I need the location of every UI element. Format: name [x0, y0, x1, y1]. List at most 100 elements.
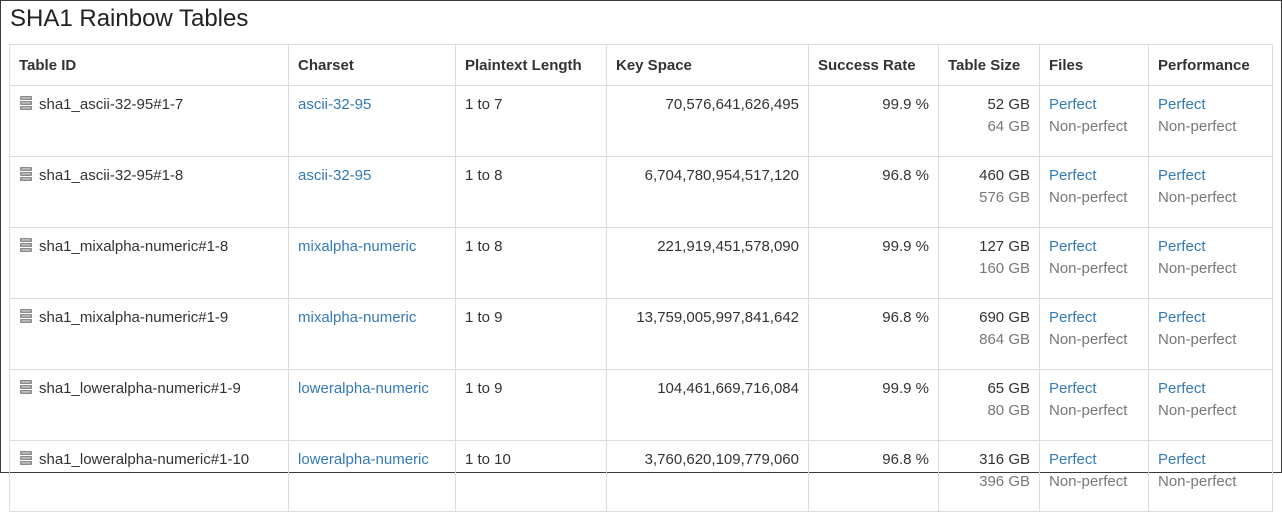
rainbow-tables-table: Table ID Charset Plaintext Length Key Sp… [9, 44, 1273, 512]
performance-perfect-link[interactable]: Perfect [1158, 449, 1263, 471]
table-row: sha1_mixalpha-numeric#1-9 mixalpha-numer… [9, 298, 1273, 370]
performance-cell: Perfect Non-perfect [1148, 227, 1273, 299]
files-perfect-link[interactable]: Perfect [1049, 94, 1139, 116]
files-perfect-link[interactable]: Perfect [1049, 449, 1139, 471]
files-nonperfect-text: Non-perfect [1049, 331, 1128, 348]
database-icon [19, 450, 33, 466]
table-row: sha1_mixalpha-numeric#1-8 mixalpha-numer… [9, 227, 1273, 299]
table-row: sha1_ascii-32-95#1-8 ascii-32-95 1 to 8 … [9, 156, 1273, 228]
header-performance: Performance [1148, 44, 1273, 86]
header-success-rate: Success Rate [808, 44, 939, 86]
plaintext-length-cell: 1 to 9 [455, 369, 607, 441]
size-nonperfect: 864 GB [979, 331, 1030, 348]
performance-nonperfect-text: Non-perfect [1158, 260, 1237, 277]
table-id-cell: sha1_loweralpha-numeric#1-9 [9, 369, 289, 441]
files-cell: Perfect Non-perfect [1039, 440, 1149, 512]
table-id-text: sha1_ascii-32-95#1-8 [39, 167, 184, 184]
files-perfect-link[interactable]: Perfect [1049, 378, 1139, 400]
performance-perfect-link[interactable]: Perfect [1158, 307, 1263, 329]
size-nonperfect: 576 GB [979, 189, 1030, 206]
plaintext-length-cell: 1 to 10 [455, 440, 607, 512]
success-rate-cell: 96.8 % [808, 440, 939, 512]
size-nonperfect: 80 GB [987, 402, 1030, 419]
files-perfect-link[interactable]: Perfect [1049, 307, 1139, 329]
table-id-cell: sha1_ascii-32-95#1-8 [9, 156, 289, 228]
table-size-cell: 690 GB 864 GB [938, 298, 1040, 370]
performance-perfect-link[interactable]: Perfect [1158, 378, 1263, 400]
charset-link[interactable]: loweralpha-numeric [298, 380, 429, 397]
table-row: sha1_loweralpha-numeric#1-9 loweralpha-n… [9, 369, 1273, 441]
plaintext-length-cell: 1 to 9 [455, 298, 607, 370]
charset-cell: mixalpha-numeric [288, 298, 456, 370]
files-perfect-link[interactable]: Perfect [1049, 165, 1139, 187]
size-perfect: 460 GB [979, 167, 1030, 184]
table-id-text: sha1_mixalpha-numeric#1-8 [39, 238, 229, 255]
table-id-text: sha1_ascii-32-95#1-7 [39, 96, 184, 113]
success-rate-cell: 99.9 % [808, 85, 939, 157]
table-id-text: sha1_loweralpha-numeric#1-10 [39, 451, 250, 468]
files-cell: Perfect Non-perfect [1039, 156, 1149, 228]
plaintext-length-cell: 1 to 8 [455, 156, 607, 228]
charset-cell: mixalpha-numeric [288, 227, 456, 299]
success-rate-cell: 96.8 % [808, 156, 939, 228]
size-perfect: 690 GB [979, 309, 1030, 326]
performance-cell: Perfect Non-perfect [1148, 156, 1273, 228]
table-id-cell: sha1_mixalpha-numeric#1-9 [9, 298, 289, 370]
charset-link[interactable]: loweralpha-numeric [298, 451, 429, 468]
plaintext-length-cell: 1 to 8 [455, 227, 607, 299]
charset-link[interactable]: ascii-32-95 [298, 167, 371, 184]
database-icon [19, 379, 33, 395]
header-table-id: Table ID [9, 44, 289, 86]
database-icon [19, 95, 33, 111]
performance-perfect-link[interactable]: Perfect [1158, 236, 1263, 258]
files-perfect-link[interactable]: Perfect [1049, 236, 1139, 258]
header-charset: Charset [288, 44, 456, 86]
header-files: Files [1039, 44, 1149, 86]
success-rate-cell: 96.8 % [808, 298, 939, 370]
files-nonperfect-text: Non-perfect [1049, 402, 1128, 419]
key-space-cell: 13,759,005,997,841,642 [606, 298, 809, 370]
table-id-cell: sha1_loweralpha-numeric#1-10 [9, 440, 289, 512]
files-nonperfect-text: Non-perfect [1049, 473, 1128, 490]
table-size-cell: 52 GB 64 GB [938, 85, 1040, 157]
table-row: sha1_loweralpha-numeric#1-10 loweralpha-… [9, 440, 1273, 512]
database-icon [19, 166, 33, 182]
charset-cell: ascii-32-95 [288, 156, 456, 228]
files-nonperfect-text: Non-perfect [1049, 189, 1128, 206]
success-rate-cell: 99.9 % [808, 227, 939, 299]
table-id-text: sha1_loweralpha-numeric#1-9 [39, 380, 241, 397]
table-id-cell: sha1_mixalpha-numeric#1-8 [9, 227, 289, 299]
performance-nonperfect-text: Non-perfect [1158, 189, 1237, 206]
charset-link[interactable]: ascii-32-95 [298, 96, 371, 113]
table-id-text: sha1_mixalpha-numeric#1-9 [39, 309, 229, 326]
charset-cell: loweralpha-numeric [288, 440, 456, 512]
performance-nonperfect-text: Non-perfect [1158, 402, 1237, 419]
files-nonperfect-text: Non-perfect [1049, 118, 1128, 135]
performance-perfect-link[interactable]: Perfect [1158, 94, 1263, 116]
database-icon [19, 308, 33, 324]
size-perfect: 316 GB [979, 451, 1030, 468]
table-size-cell: 460 GB 576 GB [938, 156, 1040, 228]
header-table-size: Table Size [938, 44, 1040, 86]
performance-nonperfect-text: Non-perfect [1158, 473, 1237, 490]
key-space-cell: 104,461,669,716,084 [606, 369, 809, 441]
charset-cell: loweralpha-numeric [288, 369, 456, 441]
size-nonperfect: 396 GB [979, 473, 1030, 490]
database-icon [19, 237, 33, 253]
size-nonperfect: 64 GB [987, 118, 1030, 135]
header-key-space: Key Space [606, 44, 809, 86]
performance-cell: Perfect Non-perfect [1148, 369, 1273, 441]
success-rate-cell: 99.9 % [808, 369, 939, 441]
performance-perfect-link[interactable]: Perfect [1158, 165, 1263, 187]
size-perfect: 65 GB [987, 380, 1030, 397]
table-row: sha1_ascii-32-95#1-7 ascii-32-95 1 to 7 … [9, 85, 1273, 157]
size-nonperfect: 160 GB [979, 260, 1030, 277]
plaintext-length-cell: 1 to 7 [455, 85, 607, 157]
charset-link[interactable]: mixalpha-numeric [298, 238, 416, 255]
header-plaintext-length: Plaintext Length [455, 44, 607, 86]
key-space-cell: 70,576,641,626,495 [606, 85, 809, 157]
table-size-cell: 316 GB 396 GB [938, 440, 1040, 512]
table-size-cell: 127 GB 160 GB [938, 227, 1040, 299]
page-frame: SHA1 Rainbow Tables Table ID Charset Pla… [0, 0, 1282, 512]
charset-link[interactable]: mixalpha-numeric [298, 309, 416, 326]
